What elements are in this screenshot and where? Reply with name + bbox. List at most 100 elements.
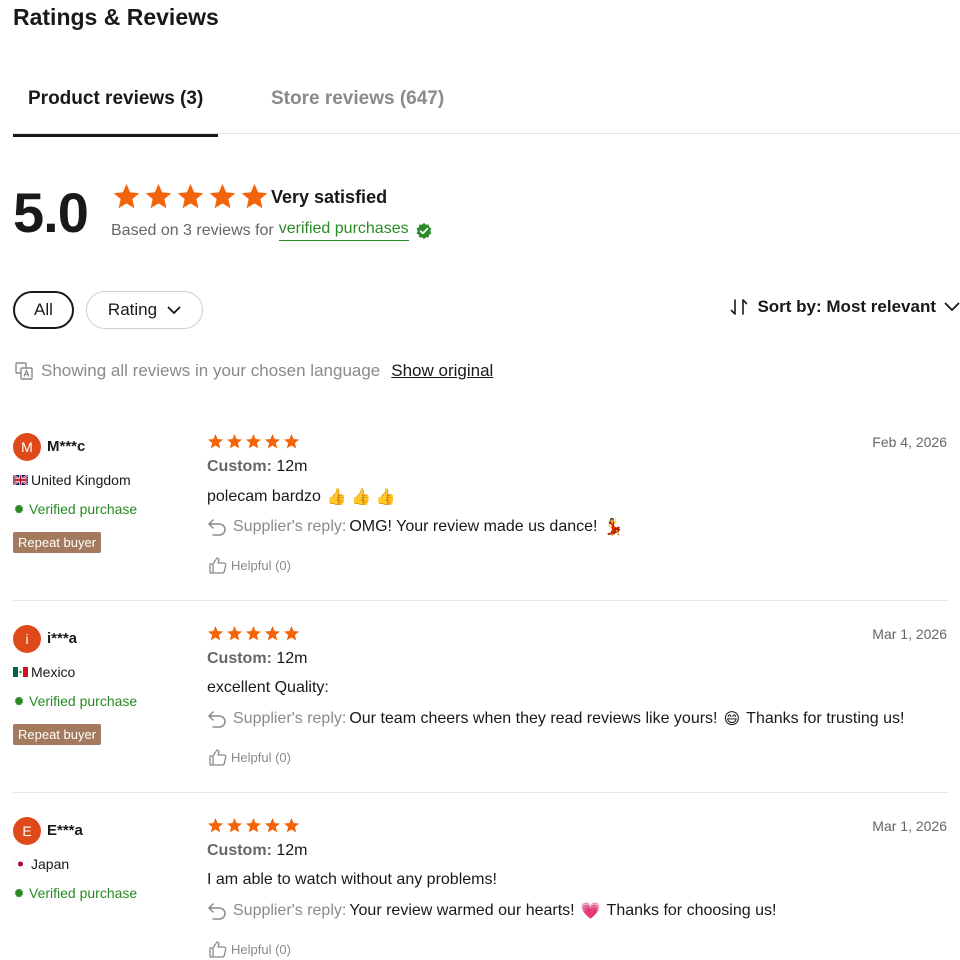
jp-flag-icon bbox=[13, 859, 28, 869]
review-divider bbox=[13, 600, 948, 601]
sort-arrows-icon bbox=[731, 299, 748, 315]
star-icon bbox=[207, 626, 224, 641]
custom-value: 12m bbox=[276, 458, 308, 475]
star-icon bbox=[245, 626, 262, 641]
custom-key: Custom bbox=[207, 650, 267, 667]
star-icon bbox=[226, 818, 243, 833]
review-stars bbox=[207, 625, 300, 642]
verified-purchase-label: Verified purchase bbox=[14, 693, 137, 709]
helpful-button[interactable]: Helpful (0) bbox=[209, 749, 291, 766]
custom-colon: : bbox=[266, 458, 277, 475]
star-icon bbox=[264, 626, 281, 641]
reply-emoji: 😄 bbox=[723, 711, 741, 728]
reviewer-country: Mexico bbox=[13, 664, 75, 680]
helpful-label: Helpful (0) bbox=[231, 942, 291, 957]
verified-purchase-label: Verified purchase bbox=[14, 885, 137, 901]
reply-arrow-icon bbox=[207, 519, 226, 536]
helpful-button[interactable]: Helpful (0) bbox=[209, 557, 291, 574]
star-icon bbox=[245, 818, 262, 833]
star-icon bbox=[245, 434, 262, 449]
review-item: E E***a Japan Verified purchase Mar 1, 2… bbox=[0, 0, 960, 958]
custom-key: Custom bbox=[207, 842, 267, 859]
show-original-link[interactable]: Show original bbox=[391, 361, 493, 381]
based-on-text: Based on 3 reviews for verified purchase… bbox=[111, 220, 433, 241]
uk-flag-icon bbox=[13, 475, 28, 485]
reviewer-country: United Kingdom bbox=[13, 472, 131, 488]
language-notice-text: Showing all reviews in your chosen langu… bbox=[41, 361, 381, 380]
star-icon bbox=[264, 818, 281, 833]
star-icon bbox=[207, 434, 224, 449]
reply-emoji: 💗 bbox=[580, 903, 601, 920]
verified-badge-icon bbox=[14, 888, 24, 898]
star-icon bbox=[264, 434, 281, 449]
supplier-reply: Supplier's reply: OMG! Your review made … bbox=[207, 517, 629, 537]
mx-flag-icon bbox=[13, 667, 28, 677]
review-emoji: 👍 👍 👍 bbox=[326, 489, 396, 506]
star-icon bbox=[283, 818, 300, 833]
thumbs-up-icon bbox=[209, 557, 227, 574]
supplier-reply: Supplier's reply: Our team cheers when t… bbox=[207, 709, 904, 729]
sort-label: Sort by: Most relevant bbox=[757, 297, 936, 316]
filter-rating-dropdown[interactable]: Rating bbox=[86, 291, 203, 329]
review-stars bbox=[207, 433, 300, 450]
reply-label: Supplier's reply: bbox=[233, 518, 347, 535]
translate-icon bbox=[15, 362, 33, 380]
repeat-buyer-badge: Repeat buyer bbox=[13, 724, 102, 745]
review-stars bbox=[207, 817, 300, 834]
custom-value: 12m bbox=[276, 842, 308, 859]
verified-badge-icon bbox=[14, 504, 24, 514]
chevron-down-icon bbox=[167, 305, 181, 314]
country-name: United Kingdom bbox=[31, 472, 131, 488]
verified-purchases-link[interactable]: verified purchases bbox=[278, 220, 409, 241]
custom-key: Custom bbox=[207, 458, 267, 475]
review-date: Feb 4, 2026 bbox=[872, 434, 947, 450]
supplier-reply: Supplier's reply: Your review warmed our… bbox=[207, 901, 776, 921]
reply-arrow-icon bbox=[207, 711, 226, 728]
thumbs-up-icon bbox=[209, 941, 227, 958]
reply-text: Your review warmed our hearts! bbox=[349, 902, 575, 919]
thumbs-up-icon bbox=[209, 749, 227, 766]
star-icon bbox=[226, 434, 243, 449]
reply-arrow-icon bbox=[207, 903, 226, 920]
reply-text: Our team cheers when they read reviews l… bbox=[349, 710, 718, 727]
helpful-button[interactable]: Helpful (0) bbox=[209, 941, 291, 958]
verified-purchase-label: Verified purchase bbox=[14, 501, 137, 517]
reviewer-name: i***a bbox=[47, 630, 78, 647]
verified-badge-icon bbox=[14, 696, 24, 706]
reply-tail: Thanks for trusting us! bbox=[746, 710, 905, 727]
review-body: excellent Quality: bbox=[207, 679, 329, 696]
review-date: Mar 1, 2026 bbox=[872, 818, 947, 834]
language-notice: Showing all reviews in your chosen langu… bbox=[14, 361, 493, 381]
reply-tail: Thanks for choosing us! bbox=[606, 902, 777, 919]
helpful-label: Helpful (0) bbox=[231, 750, 291, 765]
verified-purchase-text: Verified purchase bbox=[29, 693, 138, 709]
star-icon bbox=[283, 626, 300, 641]
reply-emoji: 💃 bbox=[603, 519, 624, 536]
avatar: M bbox=[13, 433, 41, 461]
review-text: polecam bardzo 👍 👍 👍 bbox=[207, 487, 396, 507]
country-name: Japan bbox=[31, 856, 70, 872]
avatar: i bbox=[13, 625, 41, 653]
filter-all-button[interactable]: All bbox=[13, 291, 74, 329]
reply-label: Supplier's reply: bbox=[233, 710, 347, 727]
star-icon bbox=[207, 818, 224, 833]
based-prefix: Based on 3 reviews for bbox=[111, 221, 274, 239]
custom-attribute: Custom: 12m bbox=[207, 842, 307, 860]
sort-dropdown[interactable]: Sort by: Most relevant bbox=[729, 297, 960, 317]
custom-attribute: Custom: 12m bbox=[207, 650, 307, 668]
review-divider bbox=[13, 792, 948, 793]
review-text: excellent Quality: bbox=[207, 679, 335, 697]
reply-label: Supplier's reply: bbox=[233, 902, 347, 919]
review-text: I am able to watch without any problems! bbox=[207, 871, 503, 889]
review-body: polecam bardzo bbox=[207, 488, 321, 505]
rating-label: Rating bbox=[107, 300, 158, 319]
verified-purchase-text: Verified purchase bbox=[29, 885, 138, 901]
star-icon bbox=[283, 434, 300, 449]
avatar: E bbox=[13, 817, 41, 845]
verified-badge-icon bbox=[416, 222, 431, 239]
review-body: I am able to watch without any problems! bbox=[207, 871, 497, 888]
review-date: Mar 1, 2026 bbox=[872, 626, 947, 642]
reviewer-country: Japan bbox=[13, 856, 69, 872]
reply-text: OMG! Your review made us dance! bbox=[349, 518, 598, 535]
repeat-buyer-badge: Repeat buyer bbox=[13, 532, 102, 553]
